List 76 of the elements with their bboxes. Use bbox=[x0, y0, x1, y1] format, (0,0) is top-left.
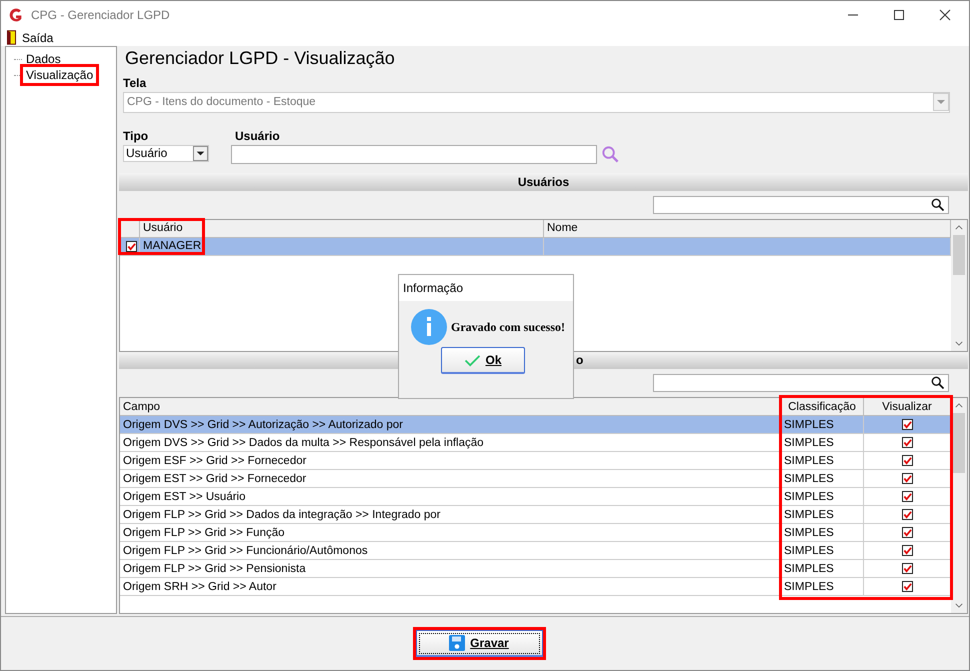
user-input-field[interactable] bbox=[231, 144, 597, 164]
table-row[interactable]: Origem SRH >> Grid >> Autor SIMPLES bbox=[120, 578, 951, 596]
close-icon[interactable] bbox=[939, 9, 951, 21]
checkbox[interactable] bbox=[902, 527, 912, 538]
table-row[interactable]: Origem DVS >> Grid >> Dados da multa >> Responsável pela inflação SIMPLES bbox=[120, 434, 951, 452]
window-title: CPG - Gerenciador LGPD bbox=[31, 8, 170, 22]
table-cell: SIMPLES bbox=[781, 452, 864, 470]
checkbox[interactable] bbox=[902, 581, 912, 592]
checkbox[interactable] bbox=[902, 509, 912, 520]
checkbox[interactable] bbox=[902, 419, 912, 430]
table-row[interactable]: MANAGER bbox=[120, 238, 951, 256]
section-title: Usuários bbox=[518, 174, 570, 189]
scrollbar[interactable] bbox=[951, 220, 967, 350]
checkbox[interactable] bbox=[126, 240, 136, 252]
table-cell: SIMPLES bbox=[781, 488, 864, 506]
table-row[interactable]: Origem EST >> Usuário SIMPLES bbox=[120, 488, 951, 506]
table-cell: Origem FLP >> Grid >> Funcionário/Autômonos bbox=[120, 542, 781, 560]
section-title: o bbox=[576, 353, 584, 368]
door-icon bbox=[7, 30, 16, 45]
table-cell: SIMPLES bbox=[781, 470, 864, 488]
search-icon bbox=[931, 376, 945, 390]
field-label: Tela bbox=[122, 76, 148, 92]
table-cell: SIMPLES bbox=[781, 524, 864, 542]
chevron-down-icon[interactable] bbox=[955, 603, 963, 608]
info-icon bbox=[411, 309, 447, 345]
table-cell: MANAGER bbox=[140, 238, 544, 256]
table-row[interactable]: Origem ESF >> Grid >> Fornecedor SIMPLES bbox=[120, 452, 951, 470]
field-label: Tipo bbox=[122, 128, 150, 145]
tree-item[interactable]: Dados bbox=[24, 52, 63, 66]
menu-item[interactable]: Saída bbox=[22, 30, 54, 44]
checkbox[interactable] bbox=[902, 455, 912, 466]
page-title: Gerenciador LGPD - Visualização bbox=[124, 47, 396, 70]
chevron-up-icon[interactable] bbox=[955, 403, 963, 408]
table-cell: Origem EST >> Usuário bbox=[120, 488, 781, 506]
table-row[interactable]: Origem EST >> Grid >> Fornecedor SIMPLES bbox=[120, 470, 951, 488]
table-cell: Origem ESF >> Grid >> Fornecedor bbox=[120, 452, 781, 470]
search-field[interactable] bbox=[653, 196, 949, 214]
checkbox[interactable] bbox=[902, 473, 912, 484]
checkbox[interactable] bbox=[902, 437, 912, 448]
table-cell: Origem EST >> Grid >> Fornecedor bbox=[120, 470, 781, 488]
scroll-thumb[interactable] bbox=[953, 234, 965, 275]
checkmark-icon bbox=[464, 354, 482, 366]
type-dropdown[interactable]: Usuário bbox=[123, 144, 209, 162]
checkbox[interactable] bbox=[902, 491, 912, 502]
maximize-icon[interactable] bbox=[893, 9, 905, 21]
search-icon[interactable] bbox=[601, 144, 620, 164]
table-row[interactable]: Origem FLP >> Grid >> Pensionista SIMPLES bbox=[120, 560, 951, 578]
table-row[interactable]: Origem FLP >> Grid >> Dados da integração >> Integrado por SIMPLES bbox=[120, 506, 951, 524]
table-cell: SIMPLES bbox=[781, 434, 864, 452]
dialog-title: Informação bbox=[399, 275, 573, 301]
table-cell: Origem FLP >> Grid >> Função bbox=[120, 524, 781, 542]
table-cell: SIMPLES bbox=[781, 416, 864, 434]
chevron-up-icon[interactable] bbox=[955, 224, 963, 230]
table-cell: SIMPLES bbox=[781, 542, 864, 560]
table-cell: SIMPLES bbox=[781, 560, 864, 578]
checkbox[interactable] bbox=[902, 545, 912, 556]
field-label: Usuário bbox=[234, 128, 281, 145]
table-row[interactable]: Origem FLP >> Grid >> Função SIMPLES bbox=[120, 524, 951, 542]
table-cell: Origem SRH >> Grid >> Autor bbox=[120, 578, 781, 596]
table-cell: Origem DVS >> Grid >> Dados da multa >> Responsável pela inflação bbox=[120, 434, 781, 452]
table-cell: Origem FLP >> Grid >> Dados da integração >> Integrado por bbox=[120, 506, 781, 524]
table-cell: Origem FLP >> Grid >> Pensionista bbox=[120, 560, 781, 578]
ok-button[interactable]: Ok bbox=[441, 347, 525, 374]
search-icon bbox=[931, 198, 945, 212]
search-field[interactable] bbox=[653, 374, 949, 392]
logo-icon bbox=[7, 6, 24, 24]
table-row[interactable]: Origem FLP >> Grid >> Funcionário/Autômonos SIMPLES bbox=[120, 542, 951, 560]
table-row[interactable]: Origem DVS >> Grid >> Autorização >> Autorizado por SIMPLES bbox=[120, 416, 951, 434]
table-cell: Origem DVS >> Grid >> Autorização >> Autorizado por bbox=[120, 416, 781, 434]
table-cell: SIMPLES bbox=[781, 506, 864, 524]
chevron-down-icon[interactable] bbox=[955, 340, 963, 346]
dialog-message: Gravado com sucesso! bbox=[451, 320, 565, 334]
save-button[interactable]: Gravar bbox=[416, 630, 542, 657]
checkbox[interactable] bbox=[902, 563, 912, 574]
scroll-thumb[interactable] bbox=[953, 413, 965, 474]
table-cell: SIMPLES bbox=[781, 578, 864, 596]
